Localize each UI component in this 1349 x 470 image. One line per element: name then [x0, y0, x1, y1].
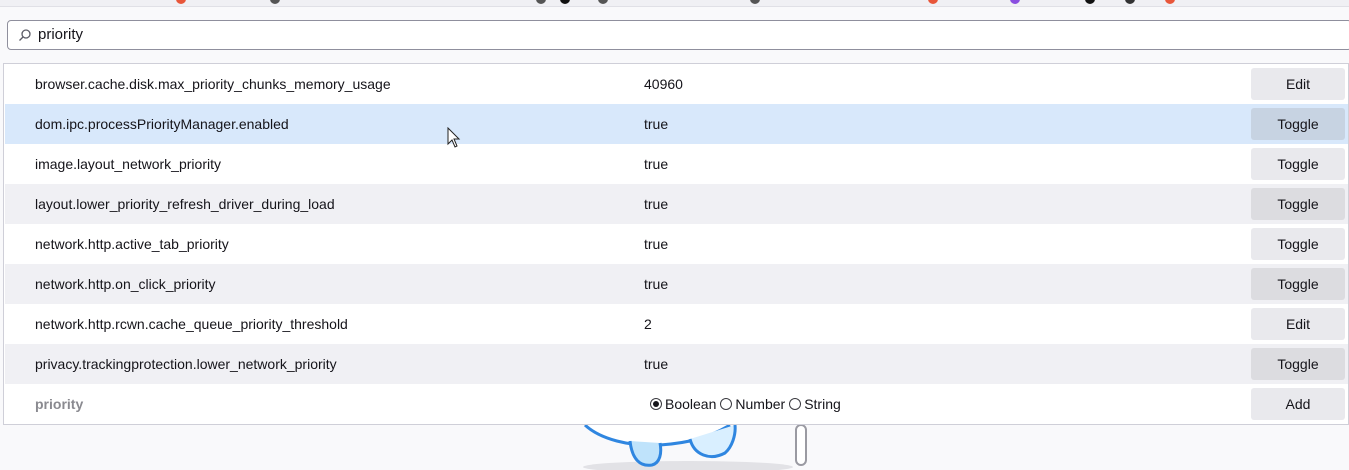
pref-value: true [644, 236, 669, 252]
pref-name: network.http.rcwn.cache_queue_priority_t… [35, 316, 348, 332]
pref-name: browser.cache.disk.max_priority_chunks_m… [35, 76, 391, 92]
pref-name: network.http.active_tab_priority [35, 236, 229, 252]
toggle-button[interactable]: Toggle [1251, 188, 1345, 220]
pref-row: dom.ipc.processPriorityManager.enabled t… [5, 104, 1348, 144]
pref-value: true [644, 156, 669, 172]
search-box[interactable] [7, 20, 1349, 50]
search-input[interactable] [38, 21, 1338, 49]
pref-row: image.layout_network_priority true Toggl… [5, 144, 1348, 184]
type-radio-group: Boolean Number String [650, 384, 845, 424]
radio-label: Boolean [665, 396, 717, 412]
edit-button[interactable]: Edit [1251, 308, 1345, 340]
pref-value: true [644, 196, 669, 212]
radio-label: String [804, 396, 841, 412]
pref-row: network.http.active_tab_priority true To… [5, 224, 1348, 264]
radio-number[interactable]: Number [720, 396, 785, 412]
new-pref-row: priority Boolean Number String Add [5, 384, 1348, 424]
pref-row: network.http.on_click_priority true Togg… [5, 264, 1348, 304]
edit-button[interactable]: Edit [1251, 68, 1345, 100]
pref-value: 2 [644, 316, 652, 332]
pref-row: browser.cache.disk.max_priority_chunks_m… [5, 64, 1348, 104]
radio-button-selected[interactable] [650, 398, 662, 410]
radio-string[interactable]: String [789, 396, 841, 412]
pref-name: layout.lower_priority_refresh_driver_dur… [35, 196, 335, 212]
radio-boolean[interactable]: Boolean [650, 396, 716, 412]
pref-value: true [644, 116, 669, 132]
toggle-button[interactable]: Toggle [1251, 228, 1345, 260]
pref-value: true [644, 276, 669, 292]
bookmarks-toolbar [0, 0, 1349, 7]
toggle-button[interactable]: Toggle [1251, 108, 1345, 140]
pref-row: layout.lower_priority_refresh_driver_dur… [5, 184, 1348, 224]
pref-name: image.layout_network_priority [35, 156, 221, 172]
toggle-button[interactable]: Toggle [1251, 268, 1345, 300]
pref-name: dom.ipc.processPriorityManager.enabled [35, 116, 289, 132]
pref-row: network.http.rcwn.cache_queue_priority_t… [5, 304, 1348, 344]
radio-button[interactable] [789, 398, 802, 410]
search-icon [19, 29, 31, 41]
toggle-button[interactable]: Toggle [1251, 148, 1345, 180]
pref-value: 40960 [644, 76, 683, 92]
new-pref-name: priority [35, 396, 84, 412]
preferences-table: browser.cache.disk.max_priority_chunks_m… [3, 63, 1349, 425]
pref-name: network.http.on_click_priority [35, 276, 216, 292]
add-button[interactable]: Add [1251, 388, 1345, 420]
mascot-illustration [583, 425, 807, 470]
radio-label: Number [735, 396, 786, 412]
pref-row: privacy.trackingprotection.lower_network… [5, 344, 1348, 384]
radio-button[interactable] [720, 398, 733, 410]
toggle-button[interactable]: Toggle [1251, 348, 1345, 380]
pref-value: true [644, 356, 669, 372]
pref-name: privacy.trackingprotection.lower_network… [35, 356, 337, 372]
mouse-cursor-icon [447, 127, 461, 148]
